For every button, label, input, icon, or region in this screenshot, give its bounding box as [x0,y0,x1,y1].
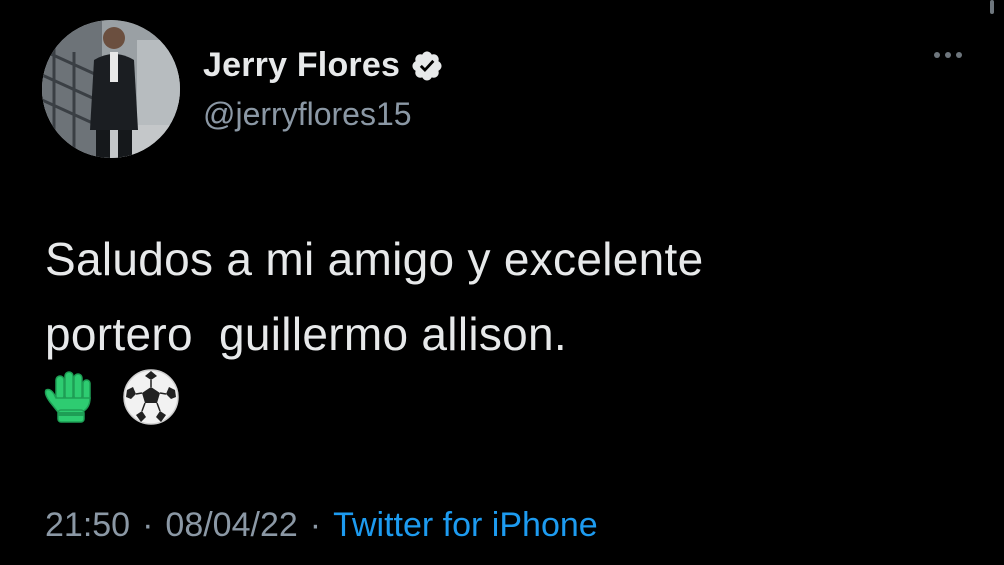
author-display-name[interactable]: Jerry Flores [203,46,400,85]
profile-photo-icon [42,20,180,158]
goalkeeper-glove-icon [44,371,91,423]
soccer-ball-icon [123,369,179,425]
tweet-source-link[interactable]: Twitter for iPhone [333,506,598,545]
author-handle[interactable]: @jerryflores15 [203,96,412,133]
tweet-meta: 21:50 · 08/04/22 · Twitter for iPhone [45,506,598,545]
meta-separator: · [309,506,322,544]
tweet-date[interactable]: 08/04/22 [165,506,297,545]
tweet-emojis [42,368,180,426]
meta-separator: · [142,506,154,544]
more-dot [945,52,951,58]
verified-badge-icon [410,49,444,83]
author-name-row: Jerry Flores [203,46,444,85]
more-dot [956,52,962,58]
scrollbar[interactable] [990,0,994,14]
more-options-icon[interactable] [934,52,962,58]
tweet-text: Saludos a mi amigo y excelente portero g… [45,233,704,360]
tweet-card: Jerry Flores @jerryflores15 Saludos a mi… [0,0,1004,565]
avatar[interactable] [42,20,180,158]
more-dot [934,52,940,58]
tweet-time[interactable]: 21:50 [45,506,130,545]
